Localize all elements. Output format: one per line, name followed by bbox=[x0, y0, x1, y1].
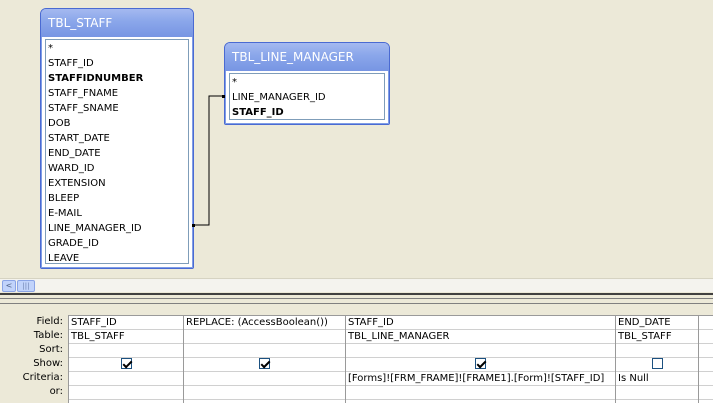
or-cell[interactable] bbox=[346, 386, 615, 400]
show-cell bbox=[69, 358, 183, 372]
field-item[interactable]: LINE_MANAGER_ID bbox=[46, 221, 188, 236]
row-label-or: or: bbox=[49, 386, 63, 397]
field-cell[interactable] bbox=[699, 316, 713, 330]
or-cell[interactable] bbox=[699, 386, 713, 400]
field-item[interactable]: LINE_MANAGER_ID bbox=[230, 90, 384, 105]
show-cell bbox=[346, 358, 615, 372]
row-label-criteria: Criteria: bbox=[22, 372, 63, 383]
field-item[interactable]: STAFF_SNAME bbox=[46, 101, 188, 116]
table-title[interactable]: TBL_LINE_MANAGER bbox=[225, 43, 389, 71]
criteria-cell[interactable] bbox=[699, 372, 713, 386]
grid-column: STAFF_ID TBL_STAFF bbox=[69, 316, 184, 403]
table-cell[interactable] bbox=[699, 330, 713, 344]
scroll-thumb[interactable]: ||| bbox=[17, 280, 35, 292]
criteria-cell[interactable] bbox=[69, 372, 183, 386]
show-cell[interactable] bbox=[699, 358, 713, 372]
row-label-sort: Sort: bbox=[39, 344, 63, 355]
grid-column: STAFF_ID TBL_LINE_MANAGER [Forms]![FRM_F… bbox=[346, 316, 616, 403]
field-item[interactable]: DOB bbox=[46, 116, 188, 131]
field-item-primary-key[interactable]: STAFFIDNUMBER bbox=[46, 71, 188, 86]
grid-column: END_DATE TBL_STAFF Is Null bbox=[616, 316, 699, 403]
show-cell bbox=[616, 358, 698, 372]
show-checkbox[interactable] bbox=[651, 358, 663, 369]
row-label-field: Field: bbox=[36, 316, 63, 327]
criteria-cell[interactable] bbox=[184, 372, 345, 386]
table-cell[interactable]: TBL_STAFF bbox=[616, 330, 698, 344]
field-list: * LINE_MANAGER_ID STAFF_ID bbox=[229, 73, 385, 120]
horizontal-scrollbar[interactable]: < ||| bbox=[0, 278, 713, 292]
field-item[interactable]: * bbox=[46, 41, 188, 56]
field-item[interactable]: WARD_ID bbox=[46, 161, 188, 176]
query-design-grid: Field: Table: Sort: Show: Criteria: or: … bbox=[0, 305, 713, 403]
row-labels: Field: Table: Sort: Show: Criteria: or: bbox=[0, 315, 68, 399]
sort-cell[interactable] bbox=[616, 344, 698, 358]
field-item[interactable]: END_DATE bbox=[46, 146, 188, 161]
or-cell[interactable] bbox=[184, 386, 345, 400]
table-cell[interactable] bbox=[184, 330, 345, 344]
or-cell[interactable] bbox=[69, 386, 183, 400]
field-cell[interactable]: END_DATE bbox=[616, 316, 698, 330]
field-item[interactable]: * bbox=[230, 75, 384, 90]
field-item[interactable]: GRADE_ID bbox=[46, 236, 188, 251]
field-cell[interactable]: STAFF_ID bbox=[346, 316, 615, 330]
field-item[interactable]: STAFF_FNAME bbox=[46, 86, 188, 101]
grid-column bbox=[699, 316, 713, 403]
table-window-line-manager[interactable]: TBL_LINE_MANAGER * LINE_MANAGER_ID STAFF… bbox=[224, 42, 390, 125]
table-cell[interactable]: TBL_LINE_MANAGER bbox=[346, 330, 615, 344]
scroll-left-arrow-icon[interactable]: < bbox=[2, 280, 16, 292]
show-checkbox[interactable] bbox=[475, 358, 486, 369]
grid-body: STAFF_ID TBL_STAFF REPLACE: (AccessBoole… bbox=[68, 315, 713, 403]
field-item-primary-key[interactable]: STAFF_ID bbox=[230, 105, 384, 120]
or-cell[interactable] bbox=[616, 386, 698, 400]
row-label-show: Show: bbox=[33, 358, 63, 369]
sort-cell[interactable] bbox=[346, 344, 615, 358]
row-label-table: Table: bbox=[33, 330, 63, 341]
field-item[interactable]: E-MAIL bbox=[46, 206, 188, 221]
show-checkbox[interactable] bbox=[120, 358, 132, 369]
field-item[interactable]: STAFF_ID bbox=[46, 56, 188, 71]
field-item[interactable]: START_DATE bbox=[46, 131, 188, 146]
sort-cell[interactable] bbox=[699, 344, 713, 358]
table-window-staff[interactable]: TBL_STAFF * STAFF_ID STAFFIDNUMBER STAFF… bbox=[40, 8, 194, 269]
field-item[interactable]: LEAVE bbox=[46, 251, 188, 266]
criteria-cell[interactable]: Is Null bbox=[616, 372, 698, 386]
grid-column: REPLACE: (AccessBoolean()) bbox=[184, 316, 346, 403]
field-cell[interactable]: REPLACE: (AccessBoolean()) bbox=[184, 316, 345, 330]
sort-cell[interactable] bbox=[69, 344, 183, 358]
pane-splitter[interactable] bbox=[0, 293, 713, 304]
sort-cell[interactable] bbox=[184, 344, 345, 358]
field-item[interactable]: BLEEP bbox=[46, 191, 188, 206]
field-cell[interactable]: STAFF_ID bbox=[69, 316, 183, 330]
table-title[interactable]: TBL_STAFF bbox=[41, 9, 193, 37]
field-item[interactable]: EXTENSION bbox=[46, 176, 188, 191]
table-cell[interactable]: TBL_STAFF bbox=[69, 330, 183, 344]
relationship-pane: TBL_STAFF * STAFF_ID STAFFIDNUMBER STAFF… bbox=[0, 0, 713, 278]
field-list: * STAFF_ID STAFFIDNUMBER STAFF_FNAME STA… bbox=[45, 39, 189, 264]
show-cell bbox=[184, 358, 345, 372]
criteria-cell[interactable]: [Forms]![FRM_FRAME]![FRAME1].[Form]![STA… bbox=[346, 372, 615, 386]
show-checkbox[interactable] bbox=[259, 358, 270, 369]
